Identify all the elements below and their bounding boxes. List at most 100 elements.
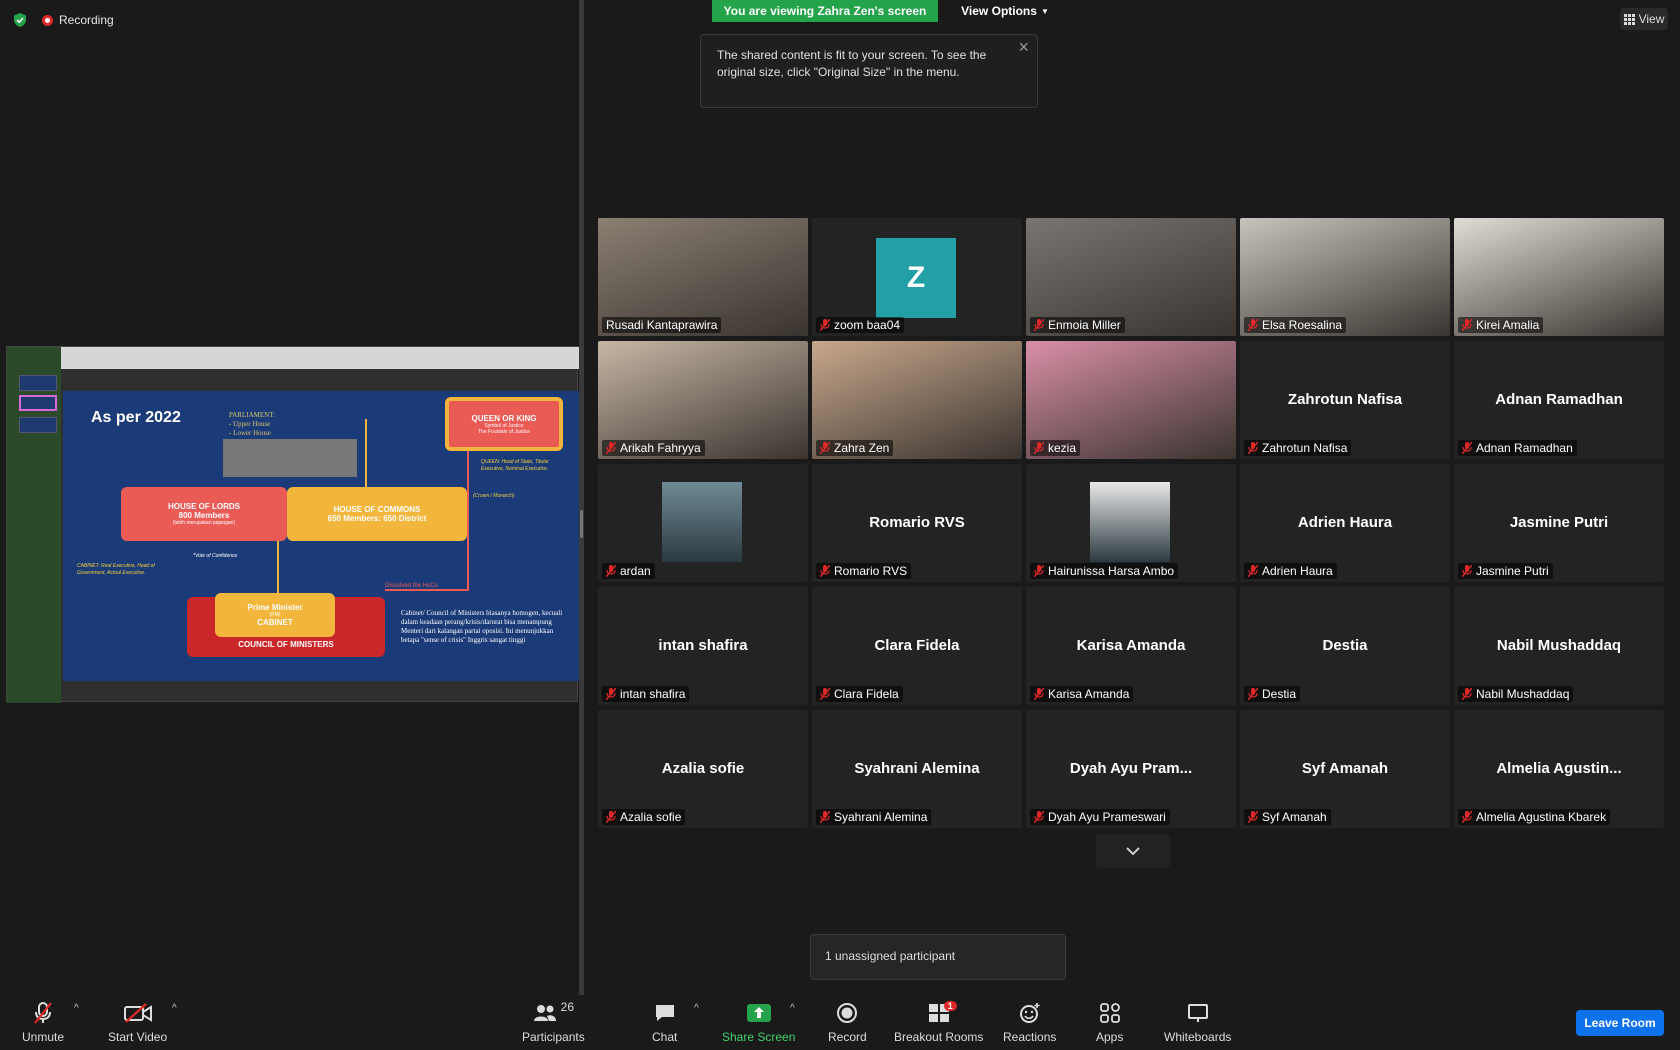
participant-tile[interactable]: intan shafira intan shafira: [598, 587, 808, 705]
next-page-button[interactable]: [1096, 834, 1170, 868]
participant-tile[interactable]: Nabil Mushaddaq Nabil Mushaddaq: [1454, 587, 1664, 705]
participants-button[interactable]: 26 Participants: [522, 1000, 585, 1044]
participant-name: Syahrani Alemina: [834, 810, 928, 824]
microphone-muted-icon: [1034, 565, 1044, 577]
slide-title: As per 2022: [91, 409, 181, 426]
participant-photo: [662, 482, 742, 562]
prime-minister-box: Prime Minister (PM) CABINET: [215, 593, 335, 637]
participant-tile[interactable]: Karisa Amanda Karisa Amanda: [1026, 587, 1236, 705]
participant-display-name: Almelia Agustin...: [1496, 760, 1622, 777]
view-options-label: View Options: [961, 4, 1037, 18]
microphone-muted-icon: [606, 811, 616, 823]
slide-thumbnail[interactable]: [19, 417, 57, 433]
queen-list: QUEEN: Head of State, Titular Executive,…: [481, 459, 549, 472]
chat-button[interactable]: Chat: [652, 1001, 677, 1044]
viewing-banner: You are viewing Zahra Zen's screen: [712, 0, 938, 22]
participant-tile[interactable]: Azalia sofie Azalia sofie: [598, 710, 808, 828]
participant-tile[interactable]: Zahrotun Nafisa Zahrotun Nafisa: [1240, 341, 1450, 459]
participant-tile[interactable]: kezia: [1026, 341, 1236, 459]
chevron-down-icon: [1126, 847, 1140, 856]
participant-display-name: Nabil Mushaddaq: [1496, 637, 1622, 654]
chevron-up-icon[interactable]: ^: [74, 1003, 79, 1014]
participant-photo: [1090, 482, 1170, 562]
participant-name-label: Azalia sofie: [602, 809, 686, 825]
participant-tile[interactable]: Rusadi Kantaprawira: [598, 218, 808, 336]
participant-tile[interactable]: Syahrani Alemina Syahrani Alemina: [812, 710, 1022, 828]
participant-display-name: Karisa Amanda: [1076, 637, 1186, 654]
participant-tile[interactable]: Dyah Ayu Pram... Dyah Ayu Prameswari: [1026, 710, 1236, 828]
participant-display-name: Dyah Ayu Pram...: [1069, 760, 1193, 777]
microphone-muted-icon: [606, 442, 616, 454]
house-of-lords-box: HOUSE OF LORDS 800 Members (lebih merupa…: [121, 487, 287, 541]
participant-tile[interactable]: Adrien Haura Adrien Haura: [1240, 464, 1450, 582]
chevron-up-icon[interactable]: ^: [790, 1003, 795, 1014]
recording-indicator[interactable]: Recording: [42, 13, 114, 27]
record-icon: [837, 1003, 858, 1023]
chevron-up-icon[interactable]: ^: [694, 1003, 699, 1014]
slide-thumbnail[interactable]: [19, 375, 57, 391]
participant-tile[interactable]: Clara Fidela Clara Fidela: [812, 587, 1022, 705]
participant-tile[interactable]: Elsa Roesalina: [1240, 218, 1450, 336]
participant-name-label: Elsa Roesalina: [1244, 317, 1347, 333]
unassigned-participant-notice[interactable]: 1 unassigned participant: [810, 934, 1066, 980]
participant-name-label: Adrien Haura: [1244, 563, 1337, 579]
start-video-button[interactable]: Start Video: [108, 1001, 167, 1044]
close-icon[interactable]: ×: [1018, 38, 1029, 56]
participant-tile[interactable]: Kirei Amalia: [1454, 218, 1664, 336]
pm-title: Prime Minister: [247, 603, 303, 612]
share-screen-icon: [746, 1004, 771, 1022]
chat-label: Chat: [652, 1030, 678, 1044]
participant-name: Karisa Amanda: [1048, 687, 1130, 701]
unmute-button[interactable]: Unmute: [22, 1001, 64, 1044]
parliament-item: - Upper House: [229, 420, 271, 428]
apps-button[interactable]: Apps: [1096, 1001, 1123, 1044]
participant-display-name: Destia: [1322, 637, 1368, 654]
presentation-slide: As per 2022 PARLIAMENT: - Upper House - …: [63, 391, 579, 681]
participant-name: Clara Fidela: [834, 687, 899, 701]
shared-screen[interactable]: As per 2022 PARLIAMENT: - Upper House - …: [6, 346, 579, 703]
participant-name: Enmoia Miller: [1048, 318, 1121, 332]
participant-display-name: Clara Fidela: [874, 637, 960, 654]
view-options-button[interactable]: View Options ▼: [950, 0, 1060, 22]
fit-screen-tooltip: The shared content is fit to your screen…: [700, 34, 1038, 108]
leave-room-button[interactable]: Leave Room: [1576, 1010, 1664, 1036]
share-screen-button[interactable]: Share Screen: [722, 1001, 795, 1044]
participant-tile[interactable]: Jasmine Putri Jasmine Putri: [1454, 464, 1664, 582]
participant-name-label: Kirei Amalia: [1458, 317, 1544, 333]
microphone-muted-icon: [1248, 442, 1258, 454]
reactions-button[interactable]: Reactions: [1003, 1001, 1056, 1044]
council-title: COUNCIL OF MINISTERS: [238, 639, 334, 649]
record-button[interactable]: Record: [828, 1001, 867, 1044]
parliament-photo: [223, 439, 357, 477]
participant-name-label: zoom baa04: [816, 317, 905, 333]
breakout-rooms-button[interactable]: 1 Breakout Rooms: [894, 1001, 983, 1044]
participant-name: Adrien Haura: [1262, 564, 1333, 578]
divider-handle[interactable]: [580, 510, 583, 538]
chevron-up-icon[interactable]: ^: [172, 1003, 177, 1014]
participant-tile[interactable]: Romario RVS Romario RVS: [812, 464, 1022, 582]
participant-tile[interactable]: Enmoia Miller: [1026, 218, 1236, 336]
participant-tile[interactable]: ardan: [598, 464, 808, 582]
participant-tile[interactable]: Adnan Ramadhan Adnan Ramadhan: [1454, 341, 1664, 459]
participant-display-name: Syf Amanah: [1301, 760, 1389, 777]
participant-tile[interactable]: Syf Amanah Syf Amanah: [1240, 710, 1450, 828]
shield-icon[interactable]: [12, 12, 28, 28]
dissolved-note: Dissolved the HoCs: [385, 583, 438, 589]
participant-name-label: intan shafira: [602, 686, 690, 702]
lords-title: HOUSE OF LORDS: [167, 502, 240, 511]
panel-divider[interactable]: [579, 0, 584, 995]
view-button[interactable]: View: [1620, 8, 1668, 30]
participant-tile[interactable]: Almelia Agustin... Almelia Agustina Kbare…: [1454, 710, 1664, 828]
share-screen-label: Share Screen: [722, 1030, 796, 1044]
queen-box: QUEEN OR KING Symbol of Justice The Foun…: [445, 397, 563, 451]
participant-display-name: Adnan Ramadhan: [1495, 391, 1623, 408]
participant-tile[interactable]: Arikah Fahryya: [598, 341, 808, 459]
slide-thumbnail-selected[interactable]: [19, 395, 57, 411]
participant-tile[interactable]: Destia Destia: [1240, 587, 1450, 705]
microphone-muted-icon: [1462, 442, 1472, 454]
chat-icon: [655, 1005, 674, 1021]
participant-tile[interactable]: Hairunissa Harsa Ambo: [1026, 464, 1236, 582]
participant-tile[interactable]: Zahra Zen: [812, 341, 1022, 459]
participant-tile[interactable]: Zzoom baa04: [812, 218, 1022, 336]
whiteboards-button[interactable]: Whiteboards: [1164, 1001, 1231, 1044]
